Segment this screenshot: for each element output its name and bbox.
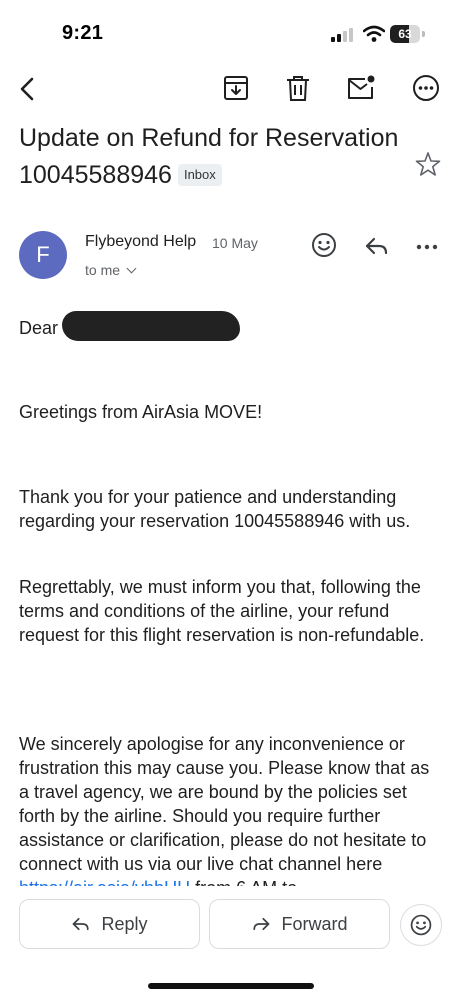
recipient-label: to me xyxy=(85,262,121,278)
trash-icon[interactable] xyxy=(283,73,313,103)
paragraph-3-text: We sincerely apologise for any inconveni… xyxy=(19,734,430,874)
body-paragraph-3: We sincerely apologise for any inconveni… xyxy=(19,732,444,900)
more-horizontal-icon[interactable] xyxy=(414,235,440,259)
wifi-icon xyxy=(363,25,385,42)
archive-icon[interactable] xyxy=(221,73,251,103)
sender-name[interactable]: Flybeyond Help xyxy=(85,233,196,251)
more-options-icon[interactable] xyxy=(411,73,441,103)
home-indicator xyxy=(148,983,314,989)
redacted-name xyxy=(62,311,240,341)
status-time: 9:21 xyxy=(62,22,104,44)
reply-label: Reply xyxy=(101,913,148,934)
forward-arrow-icon xyxy=(253,917,270,931)
smiley-icon xyxy=(410,914,432,936)
emoji-react-icon[interactable] xyxy=(310,231,338,259)
reply-button[interactable]: Reply xyxy=(19,899,200,949)
sender-avatar[interactable]: F xyxy=(19,231,67,279)
recipient-toggle[interactable]: to me xyxy=(85,262,137,278)
battery-indicator: 63 xyxy=(390,25,426,43)
email-subject: Update on Refund for Reservation 1004558… xyxy=(19,120,419,194)
mark-unread-icon[interactable] xyxy=(345,73,375,103)
battery-body: 63 xyxy=(390,25,420,43)
email-date: 10 May xyxy=(212,235,258,251)
forward-button[interactable]: Forward xyxy=(209,899,390,949)
emoji-reaction-button[interactable] xyxy=(400,904,442,946)
forward-label: Forward xyxy=(281,913,348,934)
chevron-down-icon xyxy=(126,263,137,274)
body-paragraph-1: Thank you for your patience and understa… xyxy=(19,487,411,531)
battery-level: 63 xyxy=(398,27,412,41)
battery-tip xyxy=(422,31,425,37)
reply-icon[interactable] xyxy=(364,234,390,258)
cellular-signal-icon xyxy=(331,28,353,42)
greeting-paragraph: Greetings from AirAsia MOVE! xyxy=(19,402,263,422)
inbox-label-badge[interactable]: Inbox xyxy=(177,164,222,186)
back-chevron-icon[interactable] xyxy=(14,74,44,104)
body-paragraph-2: Regrettably, we must inform you that, fo… xyxy=(19,577,425,645)
star-icon[interactable] xyxy=(414,150,442,178)
reply-arrow-icon xyxy=(73,917,90,931)
